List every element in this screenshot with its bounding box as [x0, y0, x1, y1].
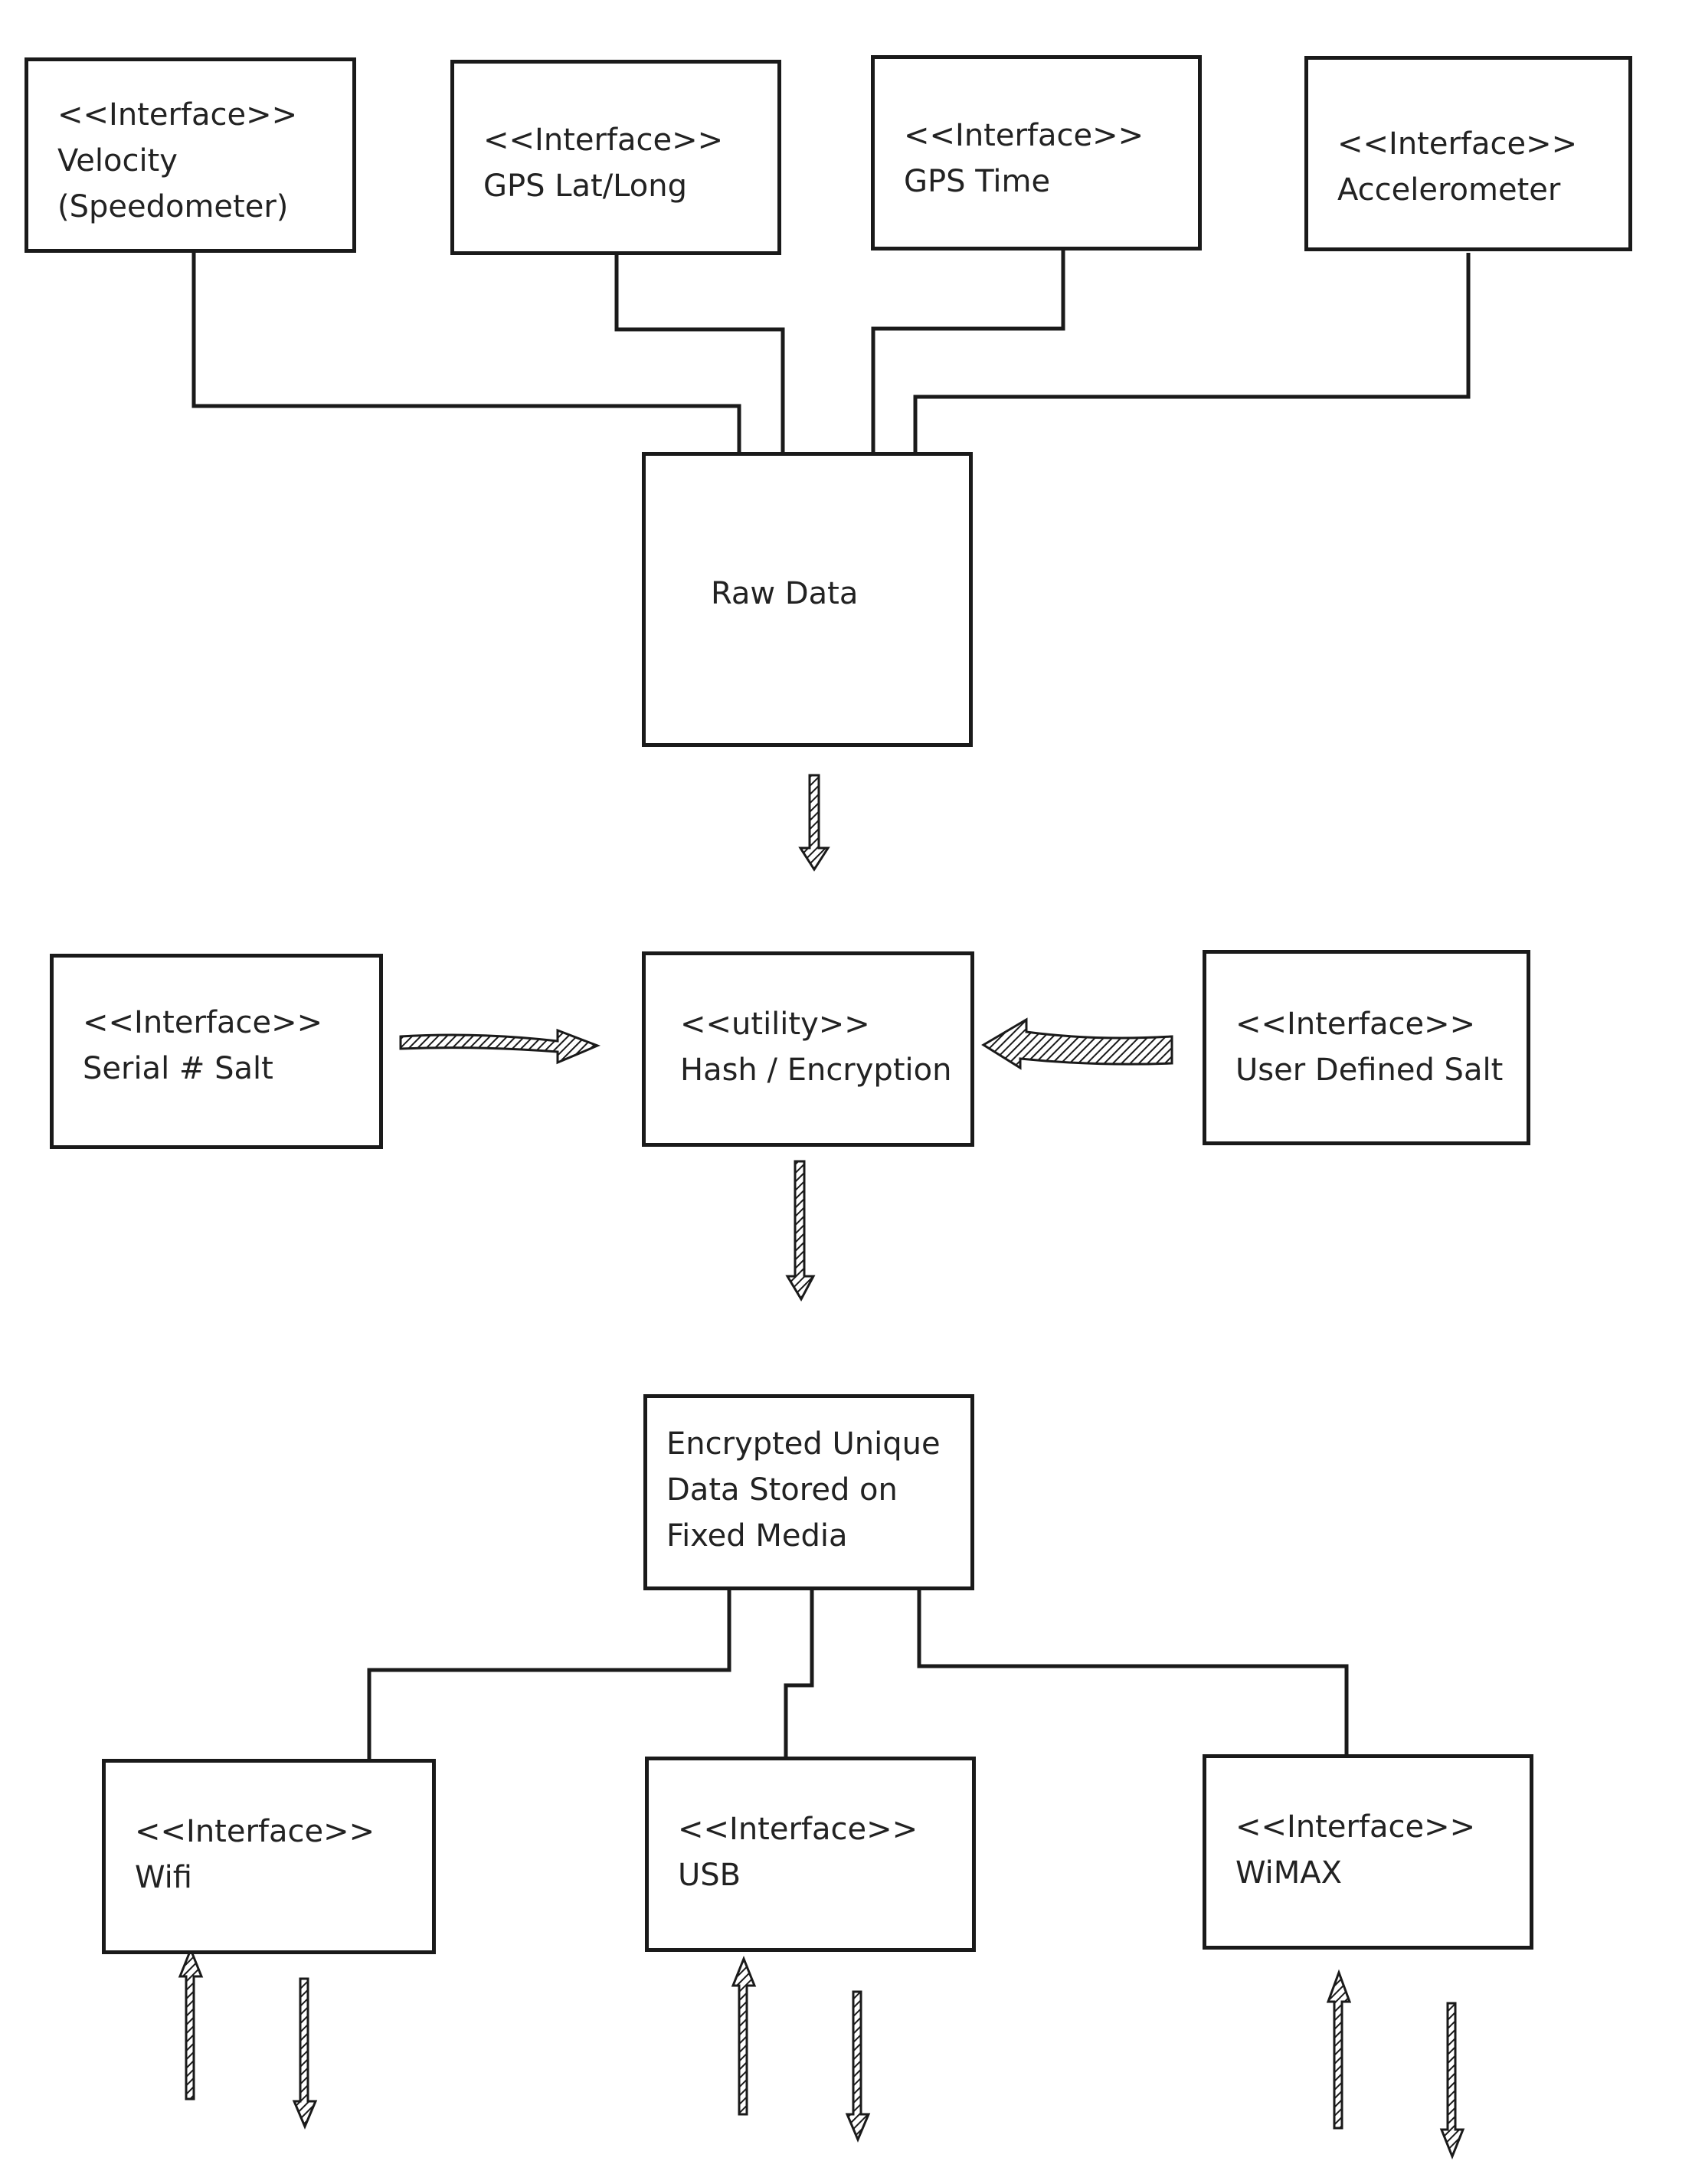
- node-title-line-1: Encrypted Unique: [666, 1426, 941, 1462]
- node-hash-encryption-utility: <<utility>> Hash / Encryption: [642, 951, 974, 1147]
- node-title: Accelerometer: [1337, 172, 1561, 208]
- stereotype-label: <<Interface>>: [678, 1812, 918, 1847]
- arrow-wimax-down: [1439, 2002, 1465, 2160]
- node-user-defined-salt-interface: <<Interface>> User Defined Salt: [1203, 950, 1530, 1145]
- node-wifi-interface: <<Interface>> Wifi: [102, 1759, 436, 1954]
- connector-store-usb: [784, 1590, 814, 1759]
- arrow-usb-up: [731, 1955, 757, 2116]
- node-title: User Defined Salt: [1235, 1053, 1504, 1088]
- connector-velocity-rawdata: [191, 253, 741, 453]
- arrow-rawdata-to-hash: [798, 774, 830, 872]
- stereotype-label: <<Interface>>: [57, 97, 298, 133]
- node-title: GPS Time: [904, 164, 1051, 199]
- stereotype-label: <<Interface>>: [135, 1814, 375, 1849]
- connector-store-wimax: [917, 1590, 1349, 1756]
- stereotype-label: <<Interface>>: [83, 1005, 323, 1040]
- node-title: Serial # Salt: [83, 1051, 273, 1086]
- node-title: Raw Data: [711, 576, 859, 611]
- node-title-line-2: Data Stored on: [666, 1472, 898, 1508]
- node-title: Wifi: [135, 1860, 192, 1895]
- connector-accelerometer-rawdata: [913, 253, 1471, 453]
- connector-gpslatlong-rawdata: [614, 254, 785, 453]
- node-gps-latlong-interface: <<Interface>> GPS Lat/Long: [450, 60, 781, 255]
- node-serial-salt-interface: <<Interface>> Serial # Salt: [50, 954, 383, 1149]
- connector-gpstime-rawdata: [871, 250, 1065, 453]
- arrow-usb-down: [845, 1990, 871, 2143]
- stereotype-label: <<Interface>>: [904, 118, 1144, 153]
- stereotype-label: <<Interface>>: [1235, 1809, 1476, 1845]
- node-title: GPS Lat/Long: [483, 169, 687, 204]
- node-gps-time-interface: <<Interface>> GPS Time: [871, 55, 1202, 250]
- node-velocity-interface: <<Interface>> Velocity (Speedometer): [25, 57, 356, 253]
- arrow-wifi-up: [178, 1946, 204, 2101]
- connector-store-wifi: [367, 1590, 731, 1759]
- arrow-wifi-down: [292, 1977, 318, 2130]
- stereotype-label: <<Interface>>: [1235, 1007, 1476, 1042]
- arrow-wimax-up: [1326, 1969, 1352, 2130]
- arrow-serialsalt-to-hash: [399, 1028, 601, 1065]
- stereotype-label: <<Interface>>: [483, 123, 724, 158]
- node-subtitle: (Speedometer): [57, 189, 289, 224]
- node-title: USB: [678, 1858, 741, 1893]
- node-title: WiMAX: [1235, 1855, 1343, 1891]
- node-raw-data: Raw Data: [642, 452, 973, 747]
- diagram-canvas: <<Interface>> Velocity (Speedometer) <<I…: [0, 0, 1705, 2184]
- stereotype-label: <<utility>>: [680, 1007, 870, 1042]
- node-wimax-interface: <<Interface>> WiMAX: [1203, 1754, 1533, 1950]
- stereotype-label: <<Interface>>: [1337, 126, 1578, 162]
- node-title: Hash / Encryption: [680, 1053, 952, 1088]
- node-accelerometer-interface: <<Interface>> Accelerometer: [1304, 56, 1632, 251]
- node-usb-interface: <<Interface>> USB: [645, 1757, 976, 1952]
- node-title-line-3: Fixed Media: [666, 1518, 848, 1554]
- arrow-hash-to-store: [785, 1160, 816, 1302]
- node-title: Velocity: [57, 143, 178, 178]
- node-encrypted-unique-data-store: Encrypted Unique Data Stored on Fixed Me…: [643, 1394, 974, 1590]
- arrow-usersalt-to-hash: [981, 1017, 1173, 1070]
